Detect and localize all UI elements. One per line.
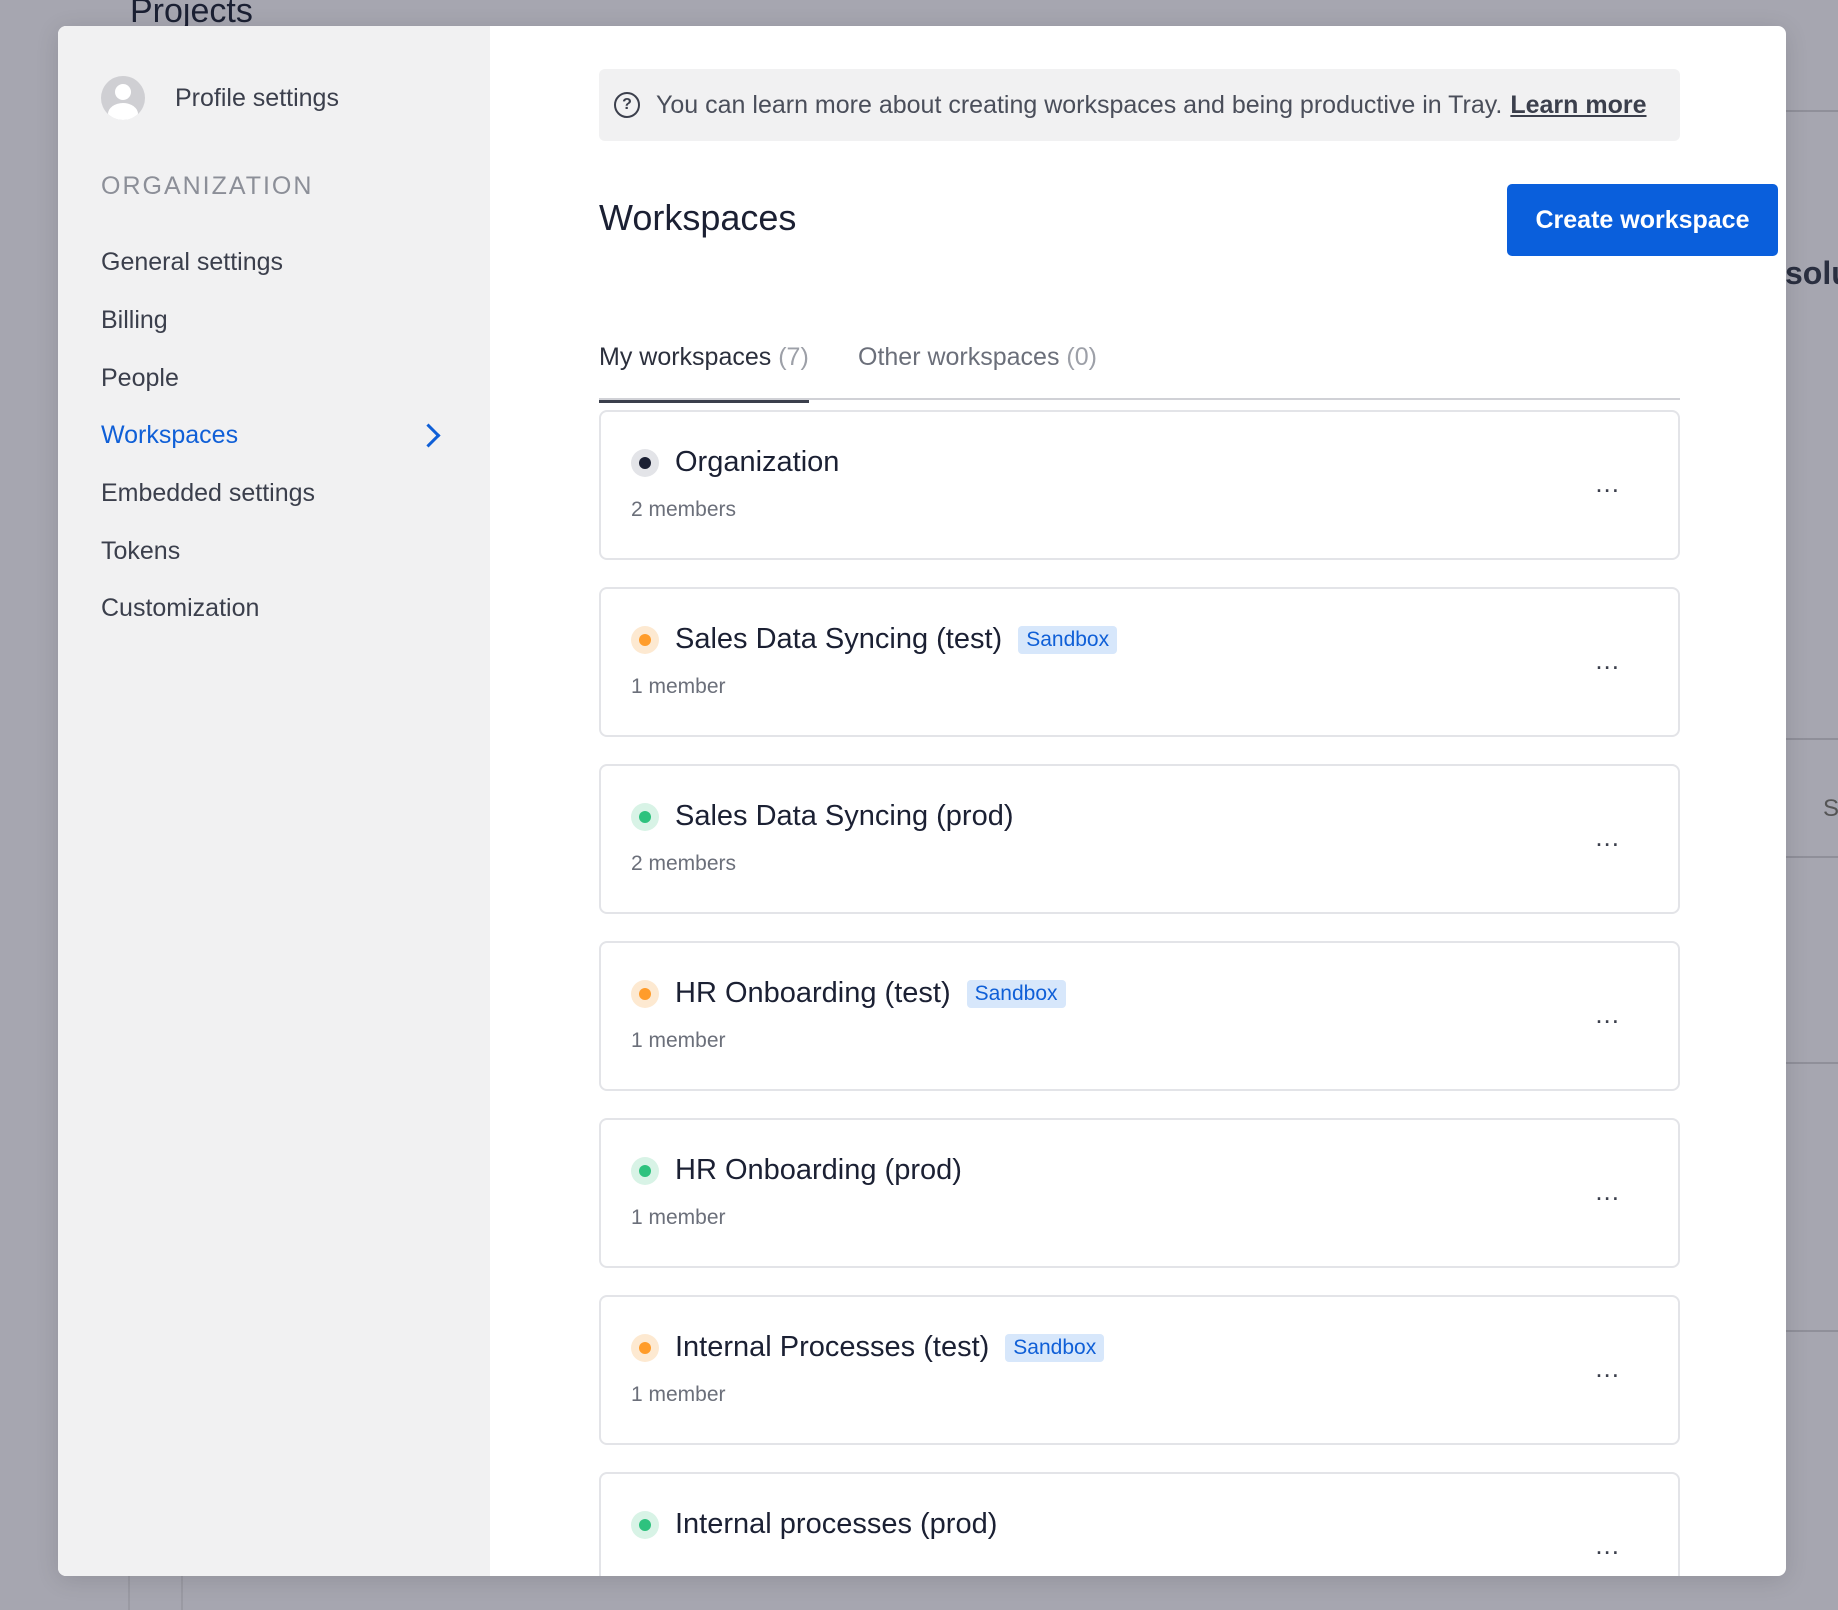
profile-settings-label: Profile settings xyxy=(175,83,339,112)
sandbox-badge: Sandbox xyxy=(966,979,1066,1008)
workspace-member-count: 2 members xyxy=(631,852,737,875)
workspace-card-header: HR Onboarding (prod) xyxy=(631,1154,962,1187)
avatar-icon xyxy=(101,76,145,120)
background-divider xyxy=(1786,110,1838,112)
sandbox-badge: Sandbox xyxy=(1005,1333,1105,1362)
workspace-card-header: HR Onboarding (test) Sandbox xyxy=(631,977,1066,1010)
background-divider xyxy=(1786,738,1838,740)
sidebar-item-billing[interactable]: Billing xyxy=(101,292,451,350)
info-banner: ? You can learn more about creating work… xyxy=(599,69,1680,141)
status-dot xyxy=(639,810,651,823)
workspace-name: Internal Processes (test) xyxy=(675,1331,990,1363)
workspace-name: Sales Data Syncing (test) xyxy=(675,623,1003,655)
workspace-member-count: 1 member xyxy=(631,1206,726,1229)
learn-more-link[interactable]: Learn more xyxy=(1510,91,1646,120)
question-circle-icon: ? xyxy=(614,92,640,118)
status-dot-icon xyxy=(631,448,659,477)
background-divider xyxy=(1786,1062,1838,1064)
create-workspace-button[interactable]: Create workspace xyxy=(1507,184,1778,256)
sandbox-badge: Sandbox xyxy=(1018,625,1118,654)
workspace-name: HR Onboarding (test) xyxy=(675,977,951,1009)
workspace-member-count: 2 members xyxy=(631,498,737,521)
workspace-card-header: Sales Data Syncing (test) Sandbox xyxy=(631,623,1118,656)
sidebar-item-general-settings[interactable]: General settings xyxy=(101,234,451,292)
workspace-tabs: My workspaces (7) Other workspaces (0) xyxy=(599,316,1680,403)
status-dot xyxy=(639,987,651,1000)
workspace-name: Internal processes (prod) xyxy=(675,1508,998,1540)
workspace-member-count: 1 member xyxy=(631,1029,726,1052)
sidebar-item-label: General settings xyxy=(101,248,284,277)
workspace-card[interactable]: Organization 2 members... xyxy=(599,410,1680,560)
workspace-card[interactable]: Sales Data Syncing (prod) 2 members... xyxy=(599,764,1680,914)
sidebar-item-customization[interactable]: Customization xyxy=(101,580,451,638)
workspace-card-header: Sales Data Syncing (prod) xyxy=(631,800,1014,833)
sidebar-item-workspaces[interactable]: Workspaces xyxy=(101,407,451,465)
status-dot-icon xyxy=(631,1156,659,1185)
profile-settings-link[interactable]: Profile settings xyxy=(101,76,339,120)
workspace-member-count: 1 member xyxy=(631,675,726,698)
tab-count: (7) xyxy=(778,343,809,371)
more-options-icon[interactable]: ... xyxy=(1595,999,1620,1030)
tab-count: (0) xyxy=(1066,343,1097,371)
more-options-icon[interactable]: ... xyxy=(1595,822,1620,853)
status-dot-icon xyxy=(631,979,659,1008)
background-divider xyxy=(181,1576,183,1610)
workspace-card[interactable]: Internal Processes (test) Sandbox 1 member… xyxy=(599,1295,1680,1445)
settings-sidebar: Profile settings ORGANIZATION General se… xyxy=(58,26,490,1576)
background-text-fragment: solu xyxy=(1785,255,1838,291)
tab-other-workspaces[interactable]: Other workspaces (0) xyxy=(858,343,1097,400)
chevron-right-icon xyxy=(416,423,441,448)
sidebar-item-label: Customization xyxy=(101,594,260,623)
workspace-card[interactable]: Internal processes (prod)... xyxy=(599,1472,1680,1576)
background-text-fragment-s: S xyxy=(1823,795,1838,822)
sidebar-item-tokens[interactable]: Tokens xyxy=(101,522,451,580)
workspace-card-header: Internal Processes (test) Sandbox xyxy=(631,1331,1105,1364)
status-dot-icon xyxy=(631,1333,659,1362)
more-options-icon[interactable]: ... xyxy=(1595,645,1620,676)
status-dot xyxy=(639,1164,651,1177)
workspace-name: Organization xyxy=(675,446,840,478)
section-label-organization: ORGANIZATION xyxy=(101,172,314,200)
sidebar-item-label: Embedded settings xyxy=(101,479,316,508)
sidebar-item-label: People xyxy=(101,363,179,392)
more-options-icon[interactable]: ... xyxy=(1595,1353,1620,1384)
status-dot xyxy=(639,456,651,469)
workspaces-panel: ? You can learn more about creating work… xyxy=(490,26,1786,1576)
workspace-card-header: Internal processes (prod) xyxy=(631,1508,997,1541)
background-divider xyxy=(1786,856,1838,858)
tab-label: My workspaces xyxy=(599,343,772,371)
sidebar-item-people[interactable]: People xyxy=(101,349,451,407)
status-dot xyxy=(639,1341,651,1354)
tab-my-workspaces[interactable]: My workspaces (7) xyxy=(599,343,809,403)
settings-modal: Profile settings ORGANIZATION General se… xyxy=(58,26,1786,1576)
status-dot-icon xyxy=(631,625,659,654)
background-divider xyxy=(1786,1330,1838,1332)
page-title: Workspaces xyxy=(599,197,797,238)
workspace-card[interactable]: Sales Data Syncing (test) Sandbox 1 member… xyxy=(599,587,1680,737)
more-options-icon[interactable]: ... xyxy=(1595,1530,1620,1561)
workspace-name: HR Onboarding (prod) xyxy=(675,1154,962,1186)
workspace-card[interactable]: HR Onboarding (test) Sandbox 1 member... xyxy=(599,941,1680,1091)
status-dot xyxy=(639,1518,651,1531)
sidebar-nav: General settings Billing People Workspac… xyxy=(101,234,451,638)
sidebar-item-label: Tokens xyxy=(101,536,181,565)
more-options-icon[interactable]: ... xyxy=(1595,1176,1620,1207)
workspace-name: Sales Data Syncing (prod) xyxy=(675,800,1014,832)
background-divider xyxy=(128,1576,130,1610)
sidebar-item-embedded-settings[interactable]: Embedded settings xyxy=(101,465,451,523)
workspace-card[interactable]: HR Onboarding (prod) 1 member... xyxy=(599,1118,1680,1268)
tab-label: Other workspaces xyxy=(858,343,1060,371)
info-text: You can learn more about creating worksp… xyxy=(656,90,1503,119)
sidebar-item-label: Workspaces xyxy=(101,421,239,450)
status-dot xyxy=(639,633,651,646)
status-dot-icon xyxy=(631,1510,659,1539)
more-options-icon[interactable]: ... xyxy=(1595,468,1620,499)
workspace-card-header: Organization xyxy=(631,446,839,479)
status-dot-icon xyxy=(631,802,659,831)
workspace-member-count: 1 member xyxy=(631,1383,726,1406)
sidebar-item-label: Billing xyxy=(101,306,168,335)
